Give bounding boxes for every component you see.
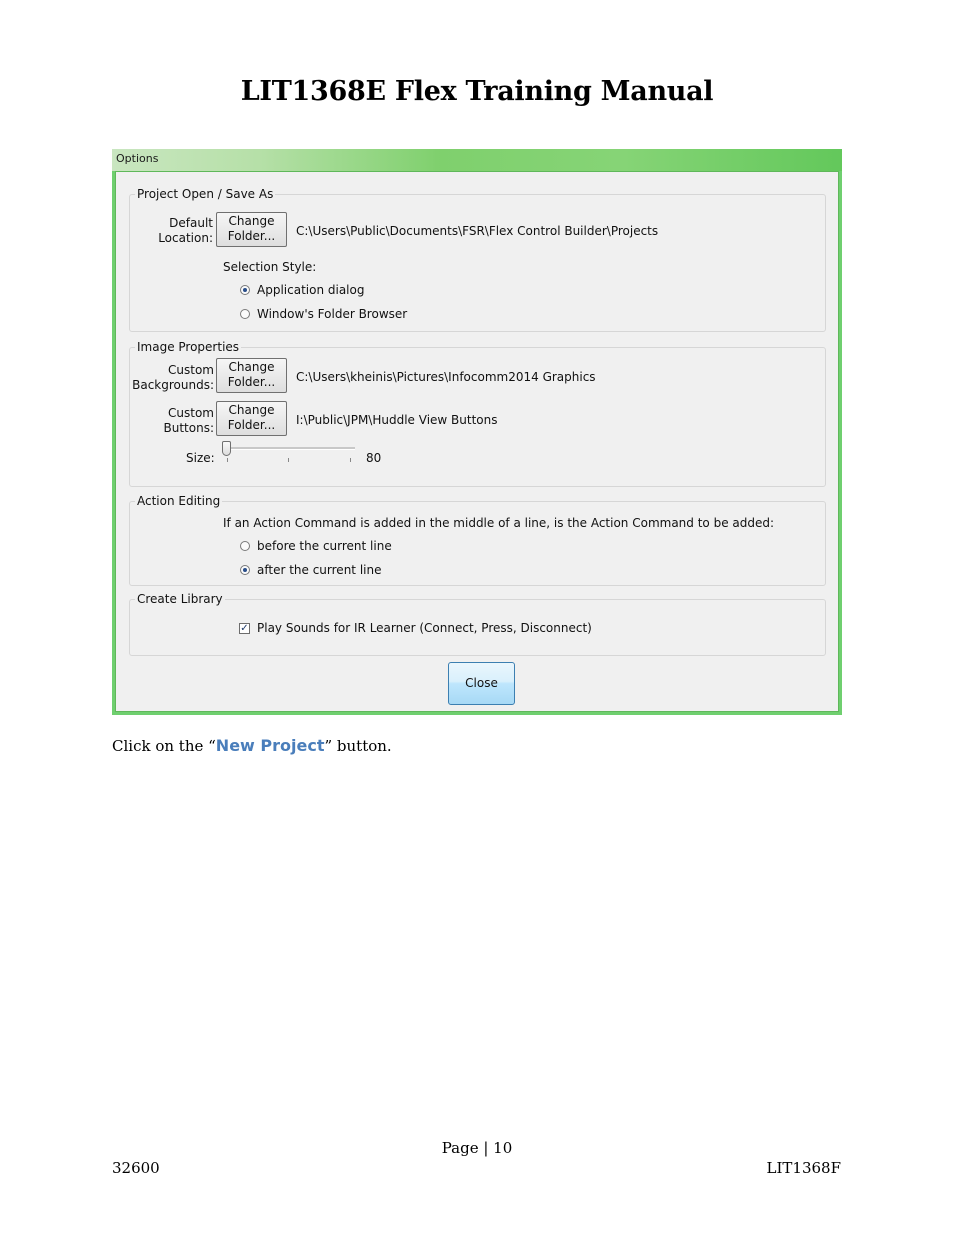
size-value: 80 [366,451,382,465]
custom-buttons-path: I:\Public\JPM\Huddle View Buttons [296,413,498,427]
before-current-line-label: before the current line [257,539,392,553]
size-slider-tick [288,458,289,462]
after-current-line-radio[interactable] [240,565,250,575]
image-properties-group: Image Properties Custom Backgrounds: Cha… [129,340,826,487]
play-sounds-checkbox[interactable]: ✓ [239,623,250,634]
instruction-prefix: Click on the “ [112,737,216,755]
action-editing-group: Action Editing If an Action Command is a… [129,494,826,586]
library-group-legend: Create Library [135,592,225,606]
size-slider-thumb[interactable] [222,441,231,456]
close-button[interactable]: Close [448,662,515,705]
change-default-folder-button[interactable]: Change Folder... [216,212,287,247]
create-library-group: Create Library ✓ Play Sounds for IR Lear… [129,592,826,656]
size-slider-tick [227,458,228,462]
play-sounds-label: Play Sounds for IR Learner (Connect, Pre… [257,621,592,635]
application-dialog-label: Application dialog [257,283,365,297]
instruction-suffix: ” button. [324,737,392,755]
default-location-label: Default Location: [158,216,213,245]
after-current-line-label: after the current line [257,563,382,577]
footer-page-number: Page | 10 [441,1139,513,1157]
custom-backgrounds-path: C:\Users\kheinis\Pictures\Infocomm2014 G… [296,370,596,384]
document-title: LIT1368E Flex Training Manual [240,76,714,107]
custom-buttons-label: Custom Buttons: [163,406,215,435]
folder-browser-radio[interactable] [240,309,250,319]
custom-backgrounds-label: Custom Backgrounds: [132,363,214,392]
instruction-text: Click on the “New Project” button. [112,736,392,755]
dialog-client-area: Project Open / Save As Default Location:… [115,171,839,712]
default-location-path: C:\Users\Public\Documents\FSR\Flex Contr… [296,224,659,238]
action-editing-question: If an Action Command is added in the mid… [223,516,775,530]
new-project-reference: New Project [215,736,325,755]
image-group-legend: Image Properties [135,340,242,354]
selection-style-label: Selection Style: [223,260,317,274]
project-group-legend: Project Open / Save As [135,187,276,201]
options-dialog: Options Project Open / Save As Default L… [112,149,842,715]
before-current-line-radio[interactable] [240,541,250,551]
folder-browser-label: Window's Folder Browser [257,307,408,321]
dialog-titlebar[interactable]: Options [112,149,842,171]
footer-doc-number: 32600 [112,1159,160,1177]
change-backgrounds-folder-button[interactable]: Change Folder... [216,358,287,393]
action-group-legend: Action Editing [135,494,223,508]
size-slider-track[interactable] [222,447,355,450]
size-label: Size: [186,451,215,465]
dialog-title: Options [116,152,159,165]
project-open-save-group: Project Open / Save As Default Location:… [129,187,826,332]
footer-lit-number: LIT1368F [766,1159,841,1177]
application-dialog-radio[interactable] [240,285,250,295]
change-buttons-folder-button[interactable]: Change Folder... [216,401,287,436]
size-slider-tick [350,458,351,462]
